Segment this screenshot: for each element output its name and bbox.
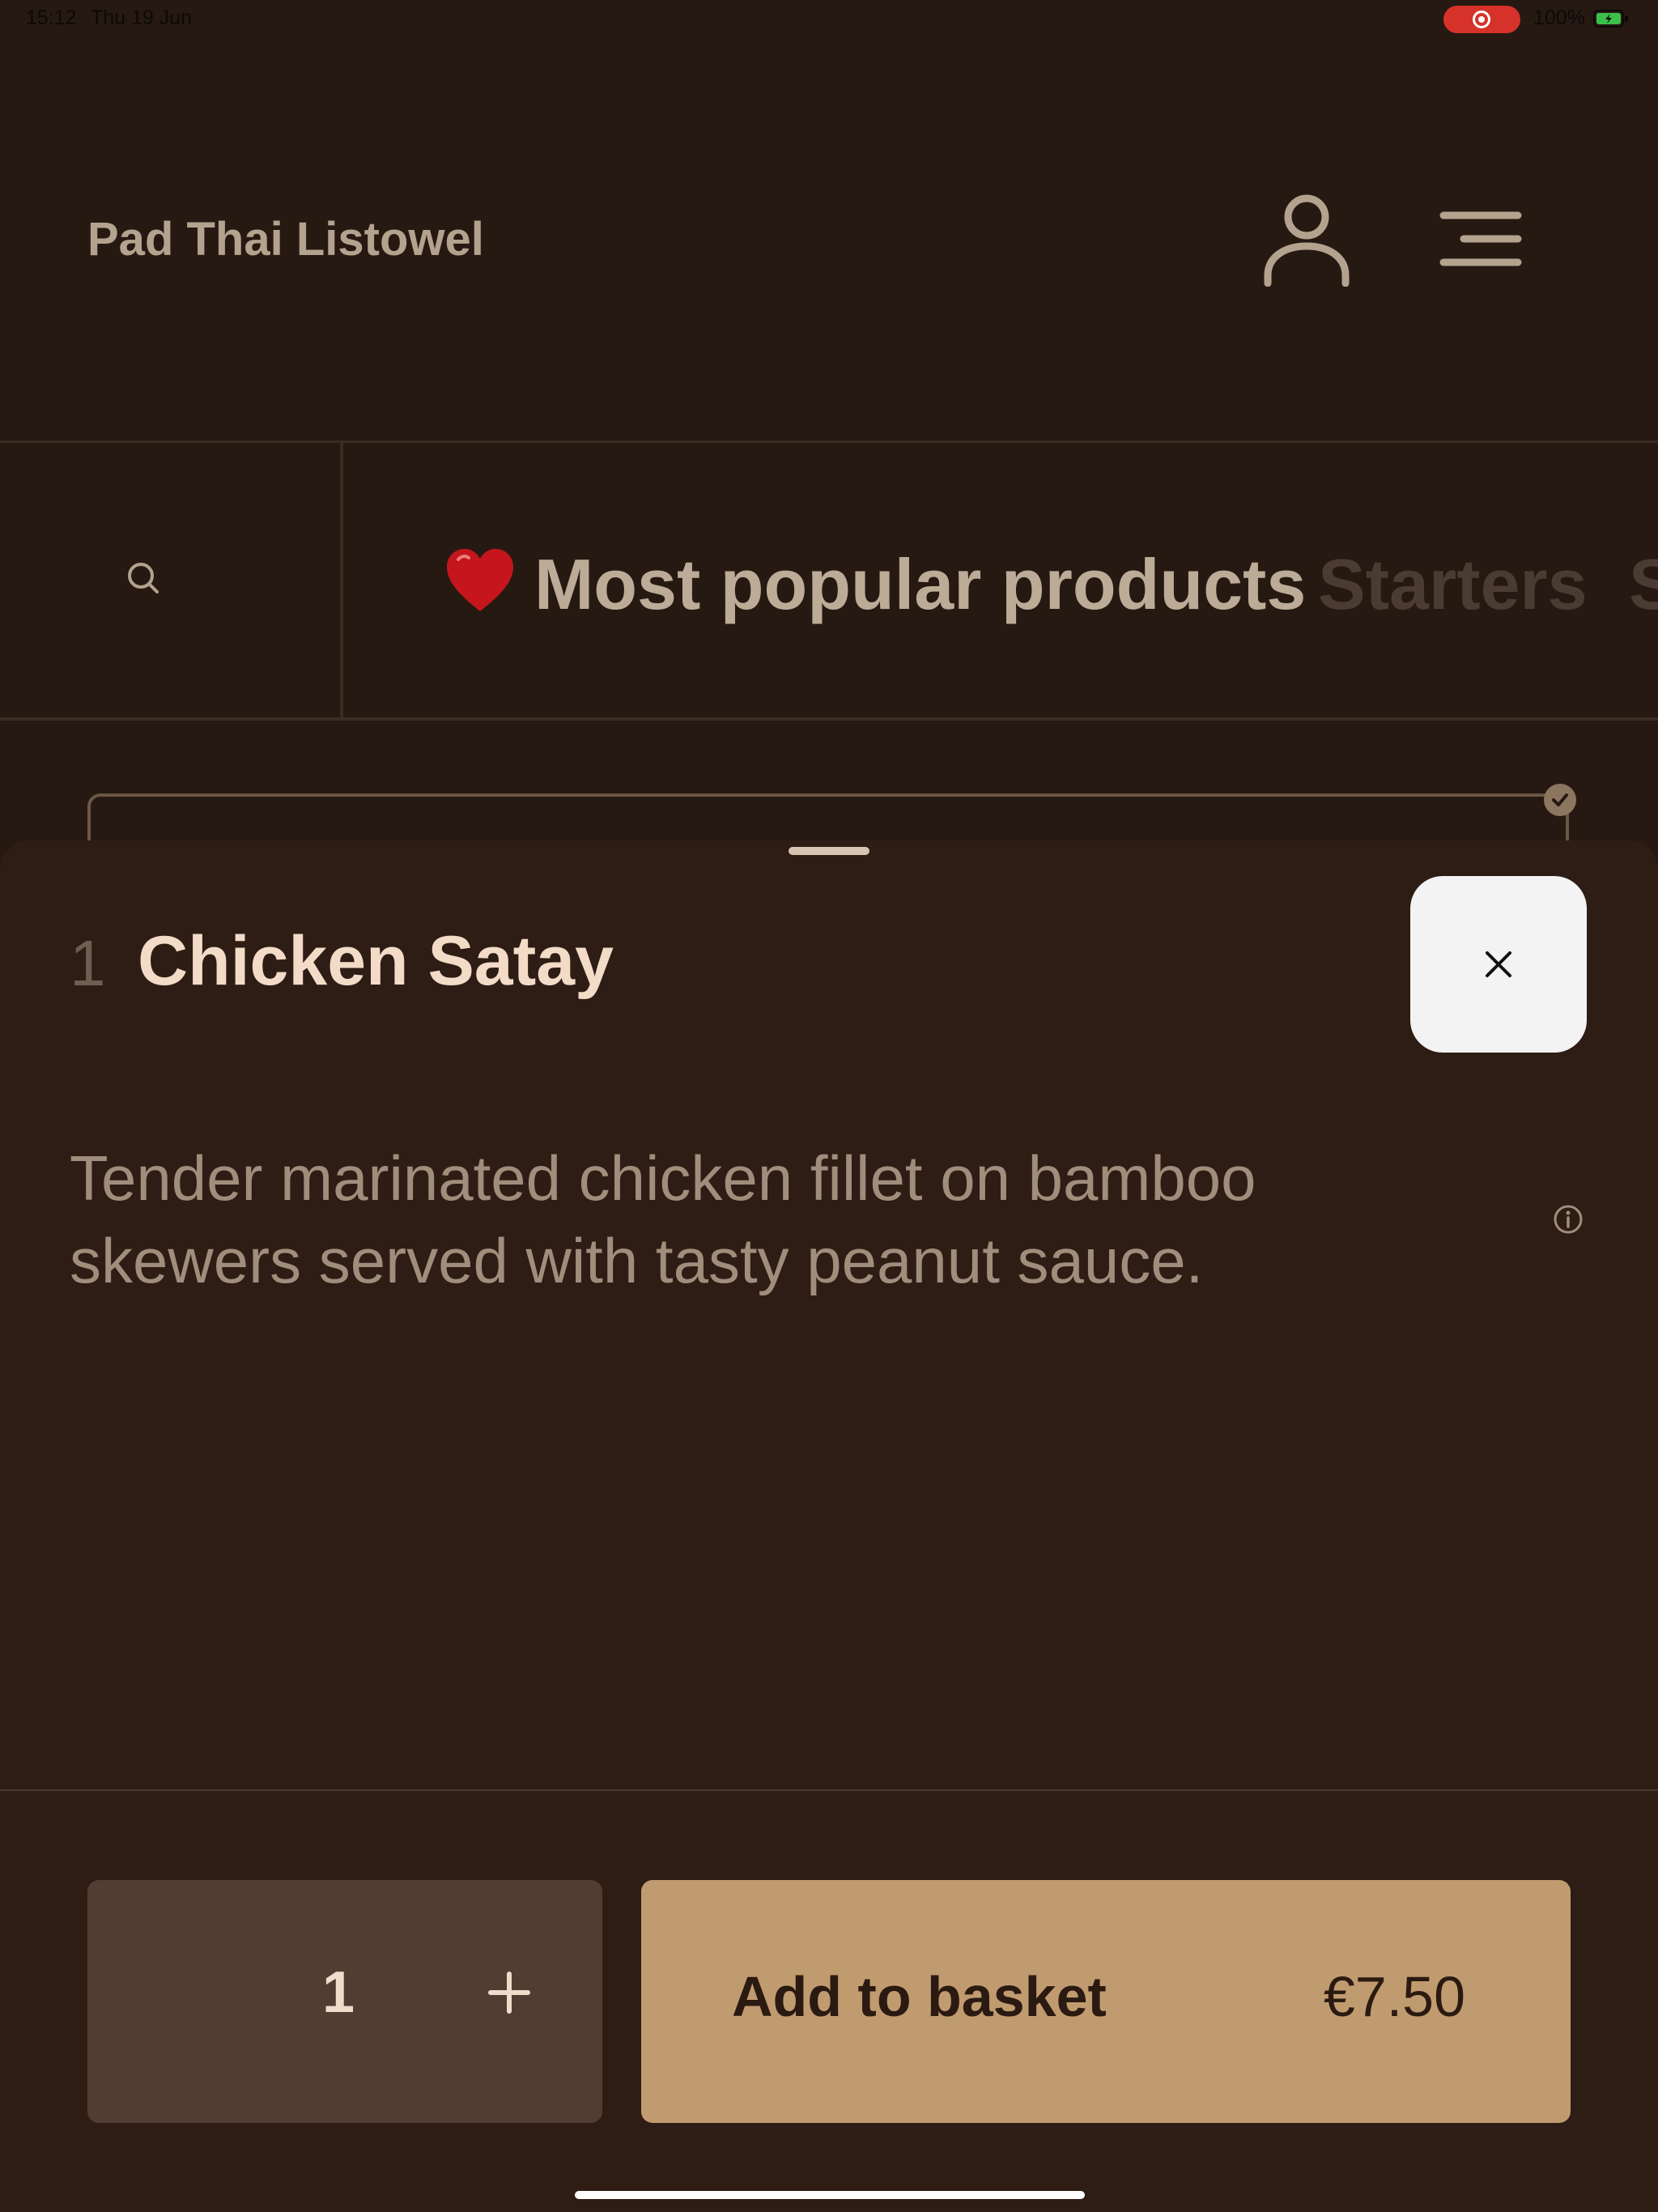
restaurant-name[interactable]: Pad Thai Listowel	[87, 212, 484, 266]
status-date: Thu 19 Jun	[91, 6, 193, 29]
status-time: 15:12	[26, 6, 77, 29]
battery-percentage: 100%	[1533, 6, 1585, 29]
product-description: Tender marinated chicken fillet on bambo…	[70, 1142, 1256, 1296]
info-icon[interactable]	[1552, 1203, 1584, 1236]
category-bar: Most popular products Starters S	[0, 440, 1658, 721]
check-badge-icon	[1544, 784, 1576, 816]
plus-icon[interactable]	[487, 1971, 531, 2014]
record-icon	[1473, 11, 1490, 28]
quantity-stepper[interactable]: 1	[87, 1880, 602, 2123]
product-number: 1	[70, 927, 106, 999]
price: €7.50	[1323, 1965, 1465, 2028]
battery-icon	[1593, 10, 1628, 28]
product-sheet: 1 Chicken Satay Tender marinated chicken…	[0, 840, 1658, 2212]
add-to-basket-label: Add to basket	[732, 1965, 1107, 2028]
quantity-value: 1	[322, 1960, 355, 2025]
product-title: Chicken Satay	[138, 922, 614, 1000]
screen-recording-indicator[interactable]	[1443, 6, 1520, 33]
close-button[interactable]	[1410, 876, 1587, 1053]
home-indicator[interactable]	[575, 2191, 1085, 2199]
add-to-basket-button[interactable]: Add to basket €7.50	[641, 1880, 1571, 2123]
category-tab-most-popular[interactable]: Most popular products	[534, 543, 1306, 626]
heart-icon	[447, 549, 513, 611]
category-tab-starters[interactable]: Starters	[1318, 543, 1588, 626]
menu-icon[interactable]	[1439, 211, 1522, 267]
divider	[0, 1789, 1658, 1791]
close-icon	[1486, 951, 1511, 977]
search-button[interactable]	[0, 443, 343, 717]
search-icon	[128, 563, 159, 593]
sheet-grabber[interactable]	[789, 847, 869, 855]
user-icon[interactable]	[1260, 193, 1354, 287]
status-bar: 15:12 Thu 19 Jun 100%	[0, 0, 1658, 39]
category-tab-next[interactable]: S	[1629, 543, 1658, 626]
